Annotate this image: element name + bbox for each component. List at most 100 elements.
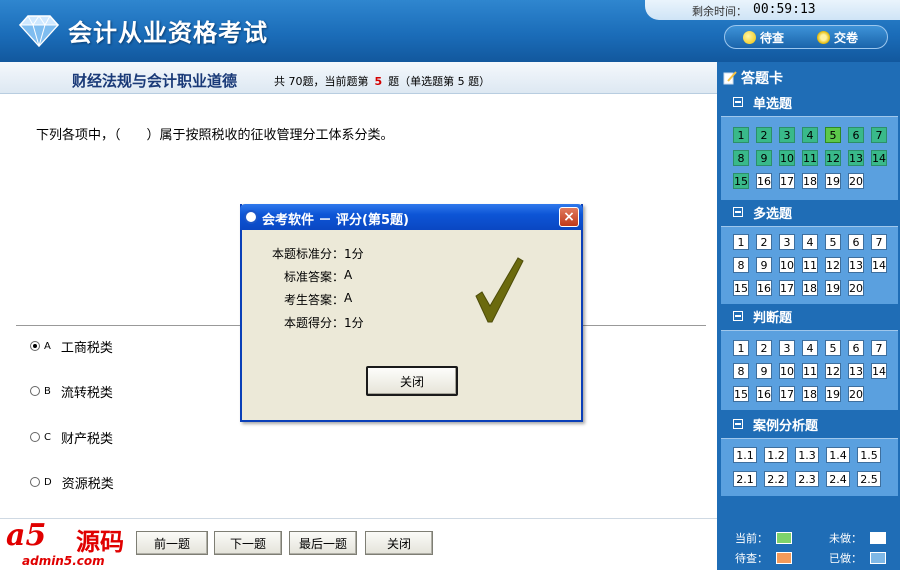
close-exam-button[interactable]: 关闭 bbox=[365, 531, 433, 555]
answer-card-cell[interactable]: 14 bbox=[871, 150, 887, 166]
section-head-case[interactable]: 案例分析题 bbox=[721, 412, 898, 436]
answer-card-cell[interactable]: 6 bbox=[848, 234, 864, 250]
answer-card-cell[interactable]: 2 bbox=[756, 127, 772, 143]
option-a[interactable]: A 工商税类 bbox=[30, 336, 113, 356]
radio-a[interactable] bbox=[30, 341, 40, 351]
answer-card-cell[interactable]: 11 bbox=[802, 257, 818, 273]
grid-judgment: 1 2 3 4 5 6 7 8 9 10 11 12 13 14 15 16 17 18 19 20 bbox=[733, 340, 887, 402]
last-question-button[interactable]: 最后一题 bbox=[289, 531, 357, 555]
answer-card-cell[interactable]: 12 bbox=[825, 363, 841, 379]
answer-card-cell[interactable]: 18 bbox=[802, 386, 818, 402]
answer-card-cell[interactable]: 12 bbox=[825, 257, 841, 273]
answer-card-cell[interactable]: 7 bbox=[871, 340, 887, 356]
answer-card-cell[interactable]: 16 bbox=[756, 173, 772, 189]
answer-card-cell[interactable]: 17 bbox=[779, 280, 795, 296]
answer-card-cell[interactable]: 3 bbox=[779, 127, 795, 143]
answer-card-cell[interactable]: 1.1 bbox=[733, 447, 757, 463]
answer-card-cell[interactable]: 15 bbox=[733, 173, 749, 189]
answer-card-cell[interactable]: 2 bbox=[756, 234, 772, 250]
answer-card-cell[interactable]: 4 bbox=[802, 340, 818, 356]
collapse-icon bbox=[733, 419, 743, 429]
answer-card-cell[interactable]: 7 bbox=[871, 234, 887, 250]
answer-card-cell[interactable]: 19 bbox=[825, 173, 841, 189]
answer-card-cell[interactable]: 1.4 bbox=[826, 447, 850, 463]
option-b[interactable]: B 流转税类 bbox=[30, 381, 113, 401]
radio-c[interactable] bbox=[30, 432, 40, 442]
answer-card-cell[interactable]: 16 bbox=[756, 280, 772, 296]
answer-card-cell[interactable]: 7 bbox=[871, 127, 887, 143]
answer-card-cell[interactable]: 20 bbox=[848, 280, 864, 296]
answer-card-cell[interactable]: 8 bbox=[733, 150, 749, 166]
answer-card-cell[interactable]: 8 bbox=[733, 363, 749, 379]
section-head-judgment[interactable]: 判断题 bbox=[721, 304, 898, 328]
collapse-icon bbox=[733, 311, 743, 321]
answer-card-cell[interactable]: 13 bbox=[848, 150, 864, 166]
answer-card-cell[interactable]: 2.1 bbox=[733, 471, 757, 487]
answer-card-cell[interactable]: 16 bbox=[756, 386, 772, 402]
answer-card-cell[interactable]: 1.2 bbox=[764, 447, 788, 463]
answer-card-cell[interactable]: 14 bbox=[871, 257, 887, 273]
answer-card-cell[interactable]: 2 bbox=[756, 340, 772, 356]
answer-card-cell[interactable]: 17 bbox=[779, 386, 795, 402]
answer-card-cell[interactable]: 19 bbox=[825, 280, 841, 296]
dialog-titlebar[interactable]: 会考软件 － 评分(第5题) × bbox=[240, 204, 583, 230]
answer-card-cell[interactable]: 2.3 bbox=[795, 471, 819, 487]
dialog-close-icon[interactable]: × bbox=[559, 207, 579, 227]
section-head-single[interactable]: 单选题 bbox=[721, 90, 898, 114]
answer-card-cell[interactable]: 1 bbox=[733, 234, 749, 250]
option-letter: B bbox=[44, 385, 51, 397]
answer-card-cell[interactable]: 4 bbox=[802, 234, 818, 250]
answer-card-cell[interactable]: 11 bbox=[802, 363, 818, 379]
pencil-icon bbox=[723, 71, 737, 85]
gear-icon bbox=[817, 30, 830, 44]
answer-card-cell[interactable]: 10 bbox=[779, 257, 795, 273]
answer-card-cell[interactable]: 5 bbox=[825, 127, 841, 143]
answer-card-cell[interactable]: 14 bbox=[871, 363, 887, 379]
answer-card-cell[interactable]: 10 bbox=[779, 363, 795, 379]
answer-card-cell[interactable]: 18 bbox=[802, 173, 818, 189]
pending-button[interactable]: 待查 bbox=[743, 29, 784, 45]
answer-card-cell[interactable]: 2.2 bbox=[764, 471, 788, 487]
option-c[interactable]: C 财产税类 bbox=[30, 427, 113, 447]
answer-card-cell[interactable]: 3 bbox=[779, 340, 795, 356]
legend-pending: 待查： bbox=[735, 550, 792, 566]
collapse-icon bbox=[733, 97, 743, 107]
app-header: 会计从业资格考试 剩余时间： 00:59:13 待查 交卷 bbox=[0, 0, 900, 62]
answer-card-cell[interactable]: 6 bbox=[848, 340, 864, 356]
answer-card-cell[interactable]: 9 bbox=[756, 257, 772, 273]
answer-card-cell[interactable]: 6 bbox=[848, 127, 864, 143]
answer-card-cell[interactable]: 13 bbox=[848, 363, 864, 379]
answer-card-cell[interactable]: 5 bbox=[825, 340, 841, 356]
answer-card-cell[interactable]: 1.3 bbox=[795, 447, 819, 463]
answer-card-cell[interactable]: 13 bbox=[848, 257, 864, 273]
answer-card-cell[interactable]: 12 bbox=[825, 150, 841, 166]
radio-d[interactable] bbox=[30, 477, 40, 487]
answer-card-cell[interactable]: 3 bbox=[779, 234, 795, 250]
answer-card-cell[interactable]: 20 bbox=[848, 386, 864, 402]
answer-card-cell[interactable]: 9 bbox=[756, 150, 772, 166]
option-d[interactable]: D 资源税类 bbox=[30, 472, 114, 492]
answer-card-cell[interactable]: 9 bbox=[756, 363, 772, 379]
answer-card-cell[interactable]: 17 bbox=[779, 173, 795, 189]
answer-card-cell[interactable]: 8 bbox=[733, 257, 749, 273]
answer-card-label: 答题卡 bbox=[741, 71, 783, 87]
answer-card-cell[interactable]: 5 bbox=[825, 234, 841, 250]
answer-card-cell[interactable]: 4 bbox=[802, 127, 818, 143]
answer-card-cell[interactable]: 1.5 bbox=[857, 447, 881, 463]
next-question-button[interactable]: 下一题 bbox=[214, 531, 282, 555]
answer-card-cell[interactable]: 11 bbox=[802, 150, 818, 166]
submit-exam-button[interactable]: 交卷 bbox=[817, 29, 858, 45]
answer-card-cell[interactable]: 10 bbox=[779, 150, 795, 166]
answer-card-cell[interactable]: 15 bbox=[733, 386, 749, 402]
answer-card-cell[interactable]: 15 bbox=[733, 280, 749, 296]
answer-card-cell[interactable]: 1 bbox=[733, 340, 749, 356]
answer-card-cell[interactable]: 19 bbox=[825, 386, 841, 402]
answer-card-cell[interactable]: 1 bbox=[733, 127, 749, 143]
radio-b[interactable] bbox=[30, 386, 40, 396]
dialog-close-button[interactable]: 关闭 bbox=[366, 366, 458, 396]
section-head-multiple[interactable]: 多选题 bbox=[721, 200, 898, 224]
answer-card-cell[interactable]: 2.4 bbox=[826, 471, 850, 487]
answer-card-cell[interactable]: 20 bbox=[848, 173, 864, 189]
answer-card-cell[interactable]: 2.5 bbox=[857, 471, 881, 487]
answer-card-cell[interactable]: 18 bbox=[802, 280, 818, 296]
